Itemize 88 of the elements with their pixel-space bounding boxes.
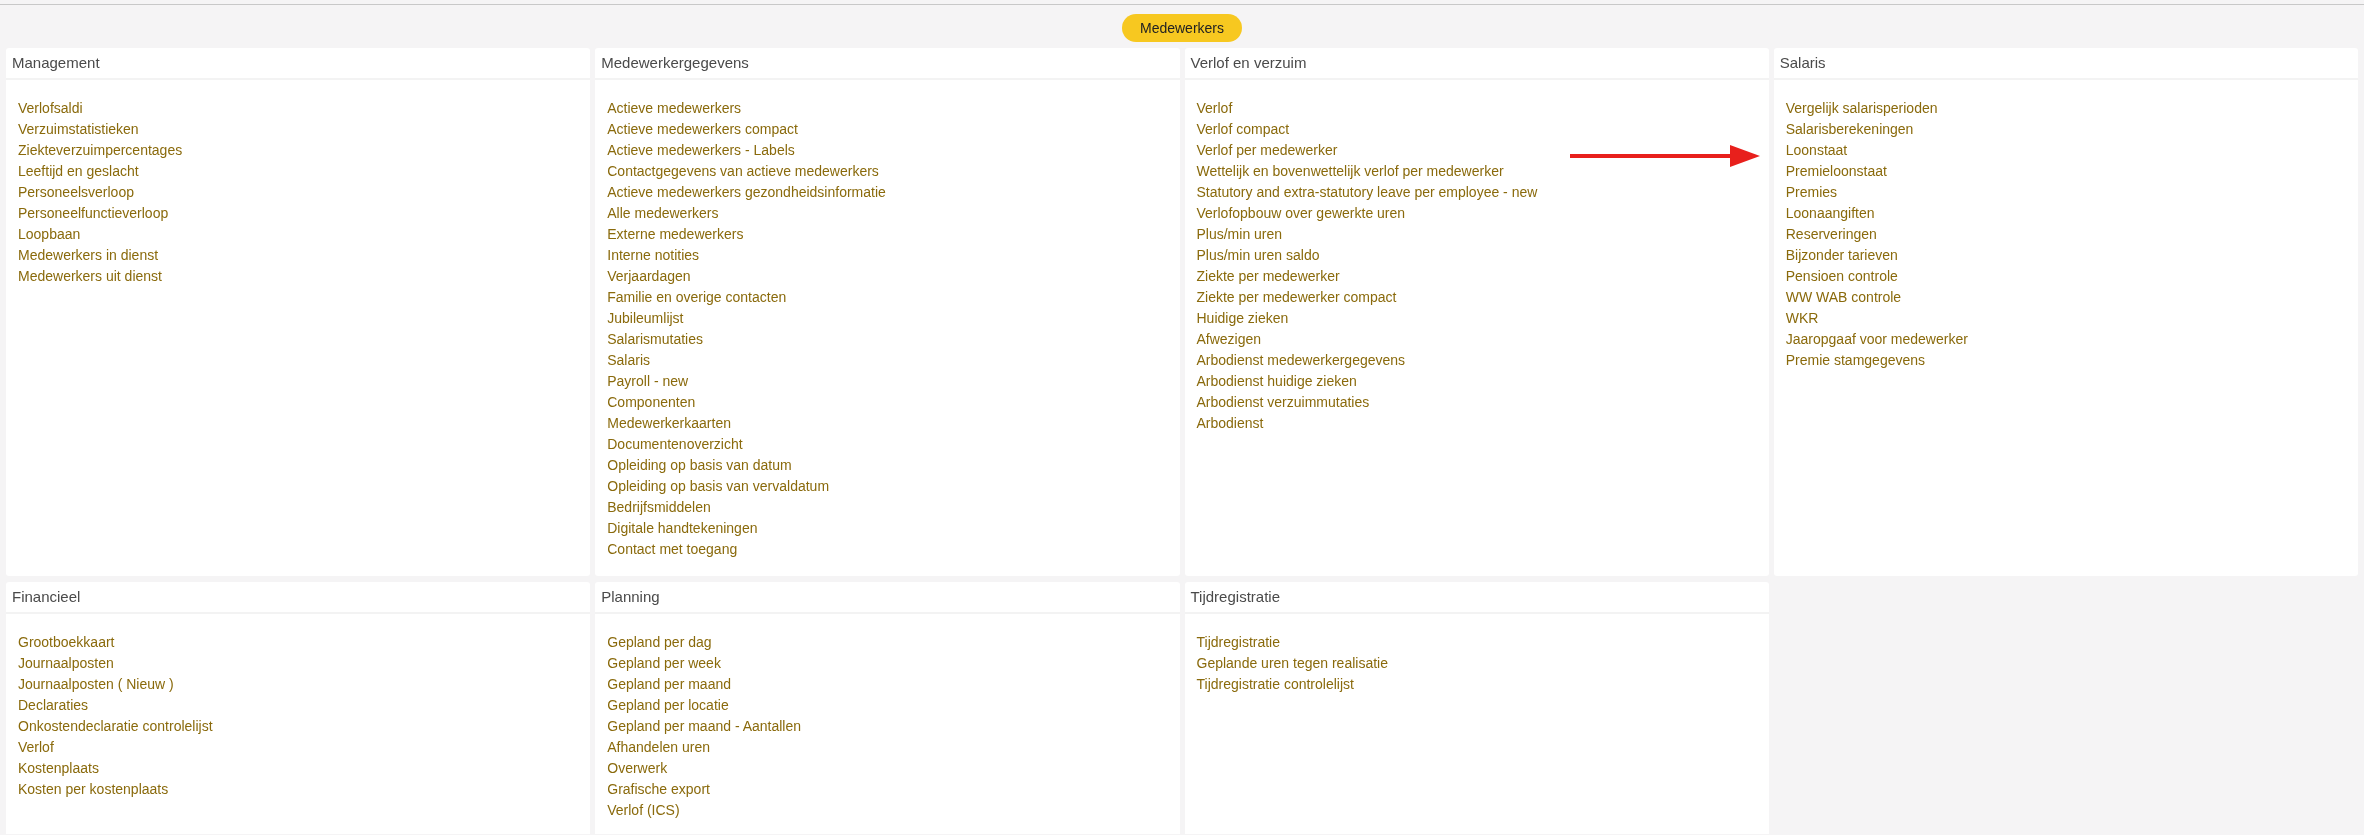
section-title: Medewerkergegevens (595, 48, 1180, 80)
report-link[interactable]: Grafische export (607, 779, 710, 800)
report-link[interactable]: Kostenplaats (18, 758, 99, 779)
report-link[interactable]: Arbodienst verzuimmutaties (1196, 392, 1370, 413)
report-link[interactable]: Jubileumlijst (607, 308, 684, 329)
report-link[interactable]: Verlofopbouw over gewerkte uren (1196, 203, 1406, 224)
report-link[interactable]: Arbodienst (1196, 413, 1264, 434)
report-link[interactable]: Journaalposten (18, 653, 114, 674)
report-link[interactable]: Gepland per locatie (607, 695, 729, 716)
report-link[interactable]: Alle medewerkers (607, 203, 719, 224)
report-link[interactable]: Componenten (607, 392, 696, 413)
report-link[interactable]: Arbodienst medewerkergegevens (1196, 350, 1406, 371)
report-link[interactable]: Kosten per kostenplaats (18, 779, 169, 800)
report-link[interactable]: Medewerkers uit dienst (18, 266, 162, 287)
report-link[interactable]: Gepland per maand (607, 674, 731, 695)
medewerkers-button[interactable]: Medewerkers (1122, 14, 1242, 42)
report-link[interactable]: Actieve medewerkers - Labels (607, 140, 795, 161)
report-link[interactable]: Verlof (18, 737, 54, 758)
report-link[interactable]: Wettelijk en bovenwettelijk verlof per medewerker (1196, 161, 1504, 182)
report-link[interactable]: Vergelijk salarisperioden (1785, 98, 1938, 119)
section-title: Verlof en verzuim (1184, 48, 1769, 80)
report-link[interactable]: Gepland per dag (607, 632, 712, 653)
report-link[interactable]: Loonaangiften (1785, 203, 1875, 224)
report-link[interactable]: Verlof (1196, 98, 1233, 119)
report-link[interactable]: Ziekte per medewerker compact (1196, 287, 1397, 308)
report-link[interactable]: WKR (1785, 308, 1819, 329)
report-link[interactable]: Tijdregistratie controlelijst (1196, 674, 1354, 695)
section-title: Financieel (6, 582, 591, 614)
report-link[interactable]: Leeftijd en geslacht (18, 161, 139, 182)
report-link[interactable]: Digitale handtekeningen (607, 518, 758, 539)
report-link[interactable]: Personeelsverloop (18, 182, 134, 203)
report-link[interactable]: Documentenoverzicht (607, 434, 743, 455)
report-link[interactable]: Verlof (ICS) (607, 800, 680, 821)
report-link[interactable]: Premies (1785, 182, 1838, 203)
report-link[interactable]: Statutory and extra-statutory leave per employee - new (1196, 182, 1538, 203)
report-link[interactable]: Verlofsaldi (18, 98, 83, 119)
report-link[interactable]: Afwezigen (1196, 329, 1262, 350)
report-link[interactable]: Actieve medewerkers compact (607, 119, 798, 140)
report-link[interactable]: Onkostendeclaratie controlelijst (18, 716, 213, 737)
report-link[interactable]: Overwerk (607, 758, 668, 779)
report-link[interactable]: Verzuimstatistieken (18, 119, 139, 140)
section-title: Salaris (1773, 48, 2358, 80)
report-link[interactable]: Declaraties (18, 695, 89, 716)
report-link[interactable]: Loopbaan (18, 224, 81, 245)
report-link[interactable]: Salarisberekeningen (1785, 119, 1914, 140)
report-link[interactable]: Reserveringen (1785, 224, 1877, 245)
report-link[interactable]: Jaaropgaaf voor medewerker (1785, 329, 1968, 350)
report-link[interactable]: Contact met toegang (607, 539, 738, 560)
report-link[interactable]: Verlof per medewerker (1196, 140, 1338, 161)
report-link[interactable]: Ziekte per medewerker (1196, 266, 1340, 287)
report-link[interactable]: Arbodienst huidige zieken (1196, 371, 1357, 392)
report-link[interactable]: Salaris (607, 350, 651, 371)
report-link[interactable]: WW WAB controle (1785, 287, 1902, 308)
report-link[interactable]: Bijzonder tarieven (1785, 245, 1898, 266)
report-link[interactable]: Bedrijfsmiddelen (607, 497, 711, 518)
report-link[interactable]: Afhandelen uren (607, 737, 710, 758)
section-title: Tijdregistratie (1184, 582, 1769, 614)
report-link[interactable]: Huidige zieken (1196, 308, 1289, 329)
report-link[interactable]: Tijdregistratie (1196, 632, 1280, 653)
report-link[interactable]: Salarismutaties (607, 329, 703, 350)
report-link[interactable]: Plus/min uren (1196, 224, 1283, 245)
report-link[interactable]: Interne notities (607, 245, 700, 266)
report-link[interactable]: Journaalposten ( Nieuw ) (18, 674, 174, 695)
section-title: Planning (595, 582, 1180, 614)
report-link[interactable]: Externe medewerkers (607, 224, 744, 245)
report-link[interactable]: Actieve medewerkers (607, 98, 742, 119)
report-link[interactable]: Plus/min uren saldo (1196, 245, 1320, 266)
section-title: Management (6, 48, 591, 80)
report-link[interactable]: Verlof compact (1196, 119, 1290, 140)
report-link[interactable]: Verjaardagen (607, 266, 691, 287)
report-link[interactable]: Medewerkers in dienst (18, 245, 159, 266)
report-link[interactable]: Payroll - new (607, 371, 689, 392)
report-link[interactable]: Grootboekkaart (18, 632, 115, 653)
report-link[interactable]: Premieloonstaat (1785, 161, 1887, 182)
report-link[interactable]: Pensioen controle (1785, 266, 1898, 287)
report-link[interactable]: Ziekteverzuimpercentages (18, 140, 183, 161)
report-link[interactable]: Contactgegevens van actieve medewerkers (607, 161, 879, 182)
report-link[interactable]: Loonstaat (1785, 140, 1848, 161)
report-link[interactable]: Actieve medewerkers gezondheidsinformatie (607, 182, 886, 203)
report-link[interactable]: Gepland per week (607, 653, 721, 674)
report-link[interactable]: Opleiding op basis van vervaldatum (607, 476, 830, 497)
report-link[interactable]: Gepland per maand - Aantallen (607, 716, 802, 737)
report-link[interactable]: Geplande uren tegen realisatie (1196, 653, 1388, 674)
report-link[interactable]: Medewerkerkaarten (607, 413, 731, 434)
report-link[interactable]: Opleiding op basis van datum (607, 455, 792, 476)
report-link[interactable]: Personeelfunctieverloop (18, 203, 169, 224)
report-link[interactable]: Premie stamgegevens (1785, 350, 1926, 371)
report-link[interactable]: Familie en overige contacten (607, 287, 787, 308)
